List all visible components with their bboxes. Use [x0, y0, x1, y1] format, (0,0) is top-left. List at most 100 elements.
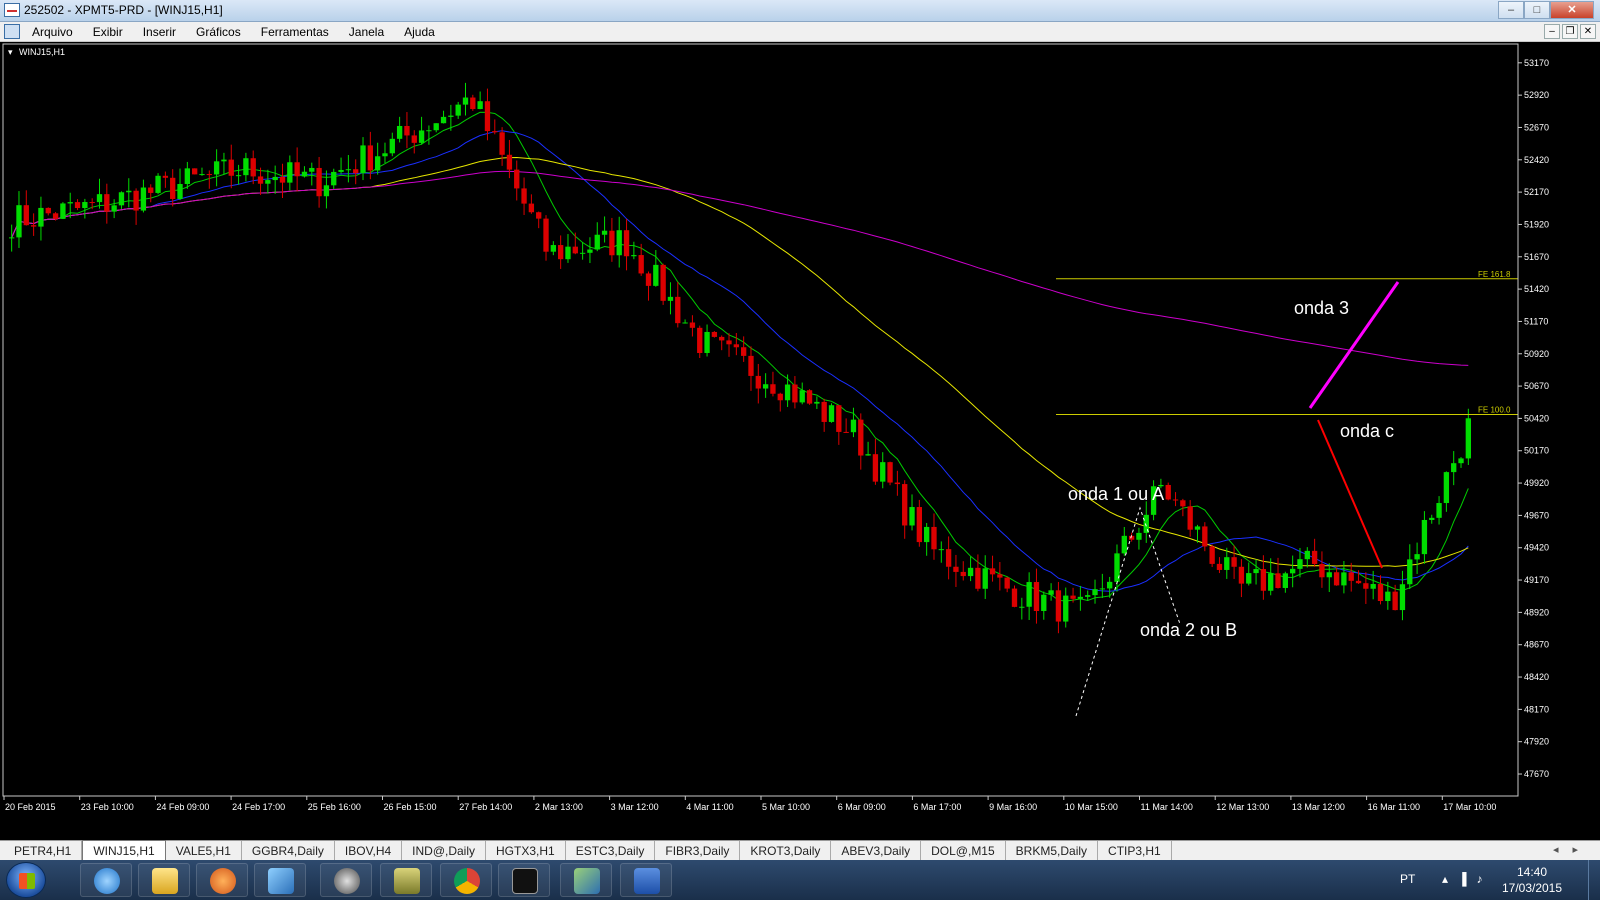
- candle-body: [887, 462, 893, 483]
- candle-body: [770, 384, 776, 394]
- candle-body: [726, 340, 732, 345]
- time-label: 5 Mar 10:00: [762, 802, 810, 812]
- time-label: 25 Feb 16:00: [308, 802, 361, 812]
- candle-body: [1136, 532, 1142, 540]
- mdi-minimize-button[interactable]: –: [1544, 24, 1560, 39]
- mt5-icon[interactable]: [560, 863, 612, 897]
- candle-body: [170, 177, 176, 199]
- folder-icon[interactable]: [138, 863, 190, 897]
- tab-abev3[interactable]: ABEV3,Daily: [831, 841, 922, 860]
- candle-body: [1019, 606, 1025, 608]
- tab-dol[interactable]: DOL@,M15: [921, 841, 1006, 860]
- candle-body: [353, 169, 359, 174]
- wave2-label: onda 2 ou B: [1140, 620, 1237, 640]
- price-label: 52670: [1524, 122, 1549, 132]
- language-indicator[interactable]: PT: [1400, 872, 1415, 886]
- tab-ind[interactable]: IND@,Daily: [402, 841, 487, 860]
- menu-janela[interactable]: Janela: [339, 22, 394, 42]
- candle-body: [858, 419, 864, 456]
- candle-body: [1392, 591, 1398, 611]
- candle-body: [250, 158, 256, 177]
- candle-body: [865, 454, 871, 456]
- menu-inserir[interactable]: Inserir: [133, 22, 186, 42]
- candle-body: [1048, 590, 1054, 595]
- tab-ibov[interactable]: IBOV,H4: [335, 841, 403, 860]
- tray-icons[interactable]: ▴▐♪: [1442, 872, 1493, 886]
- price-label: 51170: [1524, 316, 1548, 326]
- chrome-icon[interactable]: [440, 863, 492, 897]
- remote-desktop-icon[interactable]: [254, 863, 306, 897]
- candle-body: [1290, 568, 1296, 574]
- candle-body: [367, 145, 373, 171]
- candle-body: [455, 104, 461, 116]
- hp-icon[interactable]: [320, 863, 372, 897]
- minimize-button[interactable]: –: [1498, 1, 1524, 19]
- menu-ferramentas[interactable]: Ferramentas: [251, 22, 339, 42]
- wave3-label: onda 3: [1294, 298, 1349, 318]
- tab-hgtx3[interactable]: HGTX3,H1: [486, 841, 566, 860]
- media-player-icon[interactable]: [196, 863, 248, 897]
- show-desktop-button[interactable]: [1588, 860, 1600, 900]
- candle-body: [550, 245, 556, 252]
- tab-ggbr4[interactable]: GGBR4,Daily: [242, 841, 335, 860]
- candle-body: [587, 249, 593, 253]
- chart-frame: [2, 43, 1519, 797]
- time-label: 24 Feb 09:00: [156, 802, 209, 812]
- candle-body: [133, 190, 139, 211]
- candle-body: [440, 116, 447, 124]
- price-chart[interactable]: FE 161.8 FE 100.0 onda 3 onda c onda 1 ou A…: [0, 42, 1600, 840]
- tab-krot3[interactable]: KROT3,Daily: [740, 841, 832, 860]
- start-button[interactable]: [6, 862, 46, 898]
- menu-graficos[interactable]: Gráficos: [186, 22, 251, 42]
- candle-body: [104, 194, 110, 212]
- candle-body: [213, 161, 220, 175]
- candle-body: [1187, 506, 1193, 530]
- tab-petr4[interactable]: PETR4,H1: [4, 841, 83, 860]
- chart-canvas[interactable]: FE 161.8 FE 100.0 onda 3 onda c onda 1 ou A…: [0, 42, 1600, 840]
- candle-body: [536, 212, 542, 219]
- candle-body: [850, 419, 857, 433]
- mdi-close-button[interactable]: ✕: [1580, 24, 1596, 39]
- tab-estc3[interactable]: ESTC3,Daily: [566, 841, 656, 860]
- candle-body: [1099, 588, 1105, 590]
- tab-scroll-arrows-icon[interactable]: ◂▸: [1553, 843, 1592, 856]
- candle-body: [316, 167, 322, 197]
- chart-window-icon[interactable]: [4, 24, 20, 39]
- candle-body: [601, 230, 608, 235]
- candle-body: [470, 97, 476, 110]
- candle-body: [235, 175, 242, 177]
- menu-arquivo[interactable]: Arquivo: [22, 22, 83, 42]
- tab-winj15[interactable]: WINJ15,H1: [82, 840, 166, 860]
- tab-brkm5[interactable]: BRKM5,Daily: [1006, 841, 1099, 860]
- candle-body: [184, 168, 190, 185]
- candle-body: [331, 171, 337, 186]
- price-label: 49920: [1524, 478, 1549, 488]
- candle-body: [741, 347, 747, 356]
- candle-body: [909, 507, 915, 526]
- word-icon[interactable]: [620, 863, 672, 897]
- mdi-restore-button[interactable]: ❐: [1562, 24, 1578, 39]
- candle-body: [594, 234, 600, 250]
- menu-exibir[interactable]: Exibir: [83, 22, 133, 42]
- ie-icon[interactable]: [80, 863, 132, 897]
- candle-body: [192, 168, 198, 175]
- candle-body: [301, 171, 308, 177]
- candle-body: [623, 230, 630, 257]
- menu-ajuda[interactable]: Ajuda: [394, 22, 445, 42]
- xp-icon[interactable]: [498, 863, 550, 897]
- tab-vale5[interactable]: VALE5,H1: [166, 841, 242, 860]
- close-button[interactable]: ✕: [1550, 1, 1594, 19]
- candle-body: [448, 115, 454, 117]
- tab-ctip3[interactable]: CTIP3,H1: [1098, 841, 1172, 860]
- title-bar: 252502 - XPMT5-PRD - [WINJ15,H1] – □ ✕: [0, 0, 1600, 22]
- clock[interactable]: 14:40 17/03/2015: [1500, 864, 1564, 896]
- candle-body: [265, 180, 271, 184]
- candle-body: [484, 101, 491, 132]
- tab-fibr3[interactable]: FIBR3,Daily: [655, 841, 741, 860]
- tools-icon[interactable]: [380, 863, 432, 897]
- clock-date: 17/03/2015: [1501, 881, 1563, 895]
- candle-body: [1311, 550, 1318, 564]
- maximize-button[interactable]: □: [1524, 1, 1550, 19]
- candle-body: [836, 405, 842, 432]
- candle-body: [894, 482, 901, 485]
